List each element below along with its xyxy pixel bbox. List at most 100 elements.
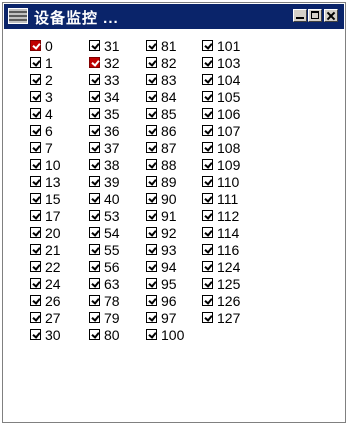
checkbox-icon[interactable]: [30, 108, 41, 119]
checkbox-icon[interactable]: [146, 91, 157, 102]
device-checkbox[interactable]: 111: [202, 190, 240, 207]
device-checkbox[interactable]: 106: [202, 105, 240, 122]
device-checkbox[interactable]: 88: [146, 156, 184, 173]
device-checkbox[interactable]: 84: [146, 88, 184, 105]
checkbox-icon[interactable]: [146, 108, 157, 119]
checkbox-icon[interactable]: [89, 125, 100, 136]
checkbox-icon[interactable]: [202, 278, 213, 289]
device-checkbox[interactable]: 97: [146, 309, 184, 326]
device-checkbox[interactable]: 31: [89, 37, 120, 54]
checkbox-icon[interactable]: [89, 91, 100, 102]
checkbox-icon[interactable]: [30, 40, 41, 51]
checkbox-icon[interactable]: [202, 193, 213, 204]
device-checkbox[interactable]: 54: [89, 224, 120, 241]
checkbox-icon[interactable]: [202, 176, 213, 187]
checkbox-icon[interactable]: [30, 142, 41, 153]
checkbox-icon[interactable]: [146, 329, 157, 340]
device-checkbox[interactable]: 20: [30, 224, 61, 241]
checkbox-icon[interactable]: [89, 295, 100, 306]
device-checkbox[interactable]: 78: [89, 292, 120, 309]
device-checkbox[interactable]: 101: [202, 37, 240, 54]
device-checkbox[interactable]: 104: [202, 71, 240, 88]
device-checkbox[interactable]: 22: [30, 258, 61, 275]
checkbox-icon[interactable]: [30, 125, 41, 136]
checkbox-icon[interactable]: [146, 40, 157, 51]
checkbox-icon[interactable]: [30, 159, 41, 170]
device-checkbox[interactable]: 103: [202, 54, 240, 71]
checkbox-icon[interactable]: [202, 40, 213, 51]
device-checkbox[interactable]: 55: [89, 241, 120, 258]
device-checkbox[interactable]: 94: [146, 258, 184, 275]
device-checkbox[interactable]: 93: [146, 241, 184, 258]
checkbox-icon[interactable]: [146, 142, 157, 153]
checkbox-icon[interactable]: [89, 210, 100, 221]
device-checkbox[interactable]: 21: [30, 241, 61, 258]
checkbox-icon[interactable]: [89, 176, 100, 187]
title-bar[interactable]: 设备监控 ...: [4, 4, 344, 29]
device-checkbox[interactable]: 24: [30, 275, 61, 292]
device-checkbox[interactable]: 110: [202, 173, 240, 190]
checkbox-icon[interactable]: [146, 159, 157, 170]
checkbox-icon[interactable]: [30, 91, 41, 102]
maximize-icon[interactable]: [308, 9, 322, 22]
checkbox-icon[interactable]: [89, 329, 100, 340]
device-checkbox[interactable]: 27: [30, 309, 61, 326]
device-checkbox[interactable]: 17: [30, 207, 61, 224]
device-checkbox[interactable]: 114: [202, 224, 240, 241]
checkbox-icon[interactable]: [202, 108, 213, 119]
checkbox-icon[interactable]: [30, 244, 41, 255]
checkbox-icon[interactable]: [146, 125, 157, 136]
device-checkbox[interactable]: 109: [202, 156, 240, 173]
device-checkbox[interactable]: 125: [202, 275, 240, 292]
checkbox-icon[interactable]: [202, 295, 213, 306]
checkbox-icon[interactable]: [146, 57, 157, 68]
checkbox-icon[interactable]: [30, 57, 41, 68]
device-checkbox[interactable]: 40: [89, 190, 120, 207]
checkbox-icon[interactable]: [89, 261, 100, 272]
checkbox-icon[interactable]: [89, 142, 100, 153]
device-checkbox[interactable]: 95: [146, 275, 184, 292]
checkbox-icon[interactable]: [202, 91, 213, 102]
device-checkbox[interactable]: 36: [89, 122, 120, 139]
checkbox-icon[interactable]: [30, 329, 41, 340]
device-checkbox[interactable]: 96: [146, 292, 184, 309]
device-checkbox[interactable]: 10: [30, 156, 61, 173]
checkbox-icon[interactable]: [202, 261, 213, 272]
checkbox-icon[interactable]: [30, 193, 41, 204]
checkbox-icon[interactable]: [89, 227, 100, 238]
device-checkbox[interactable]: 80: [89, 326, 120, 343]
device-checkbox[interactable]: 116: [202, 241, 240, 258]
device-checkbox[interactable]: 105: [202, 88, 240, 105]
checkbox-icon[interactable]: [146, 74, 157, 85]
device-checkbox[interactable]: 15: [30, 190, 61, 207]
device-checkbox[interactable]: 126: [202, 292, 240, 309]
device-checkbox[interactable]: 32: [89, 54, 120, 71]
device-checkbox[interactable]: 4: [30, 105, 61, 122]
checkbox-icon[interactable]: [146, 295, 157, 306]
device-checkbox[interactable]: 1: [30, 54, 61, 71]
device-checkbox[interactable]: 13: [30, 173, 61, 190]
device-checkbox[interactable]: 26: [30, 292, 61, 309]
device-checkbox[interactable]: 86: [146, 122, 184, 139]
checkbox-icon[interactable]: [202, 244, 213, 255]
checkbox-icon[interactable]: [202, 227, 213, 238]
device-checkbox[interactable]: 34: [89, 88, 120, 105]
checkbox-icon[interactable]: [202, 210, 213, 221]
device-checkbox[interactable]: 107: [202, 122, 240, 139]
checkbox-icon[interactable]: [146, 244, 157, 255]
device-checkbox[interactable]: 39: [89, 173, 120, 190]
checkbox-icon[interactable]: [89, 244, 100, 255]
device-checkbox[interactable]: 35: [89, 105, 120, 122]
device-checkbox[interactable]: 85: [146, 105, 184, 122]
checkbox-icon[interactable]: [30, 295, 41, 306]
checkbox-icon[interactable]: [202, 125, 213, 136]
checkbox-icon[interactable]: [146, 227, 157, 238]
checkbox-icon[interactable]: [146, 312, 157, 323]
device-checkbox[interactable]: 0: [30, 37, 61, 54]
device-checkbox[interactable]: 82: [146, 54, 184, 71]
device-checkbox[interactable]: 3: [30, 88, 61, 105]
close-icon[interactable]: [324, 9, 338, 22]
checkbox-icon[interactable]: [30, 312, 41, 323]
checkbox-icon[interactable]: [30, 74, 41, 85]
device-checkbox[interactable]: 53: [89, 207, 120, 224]
